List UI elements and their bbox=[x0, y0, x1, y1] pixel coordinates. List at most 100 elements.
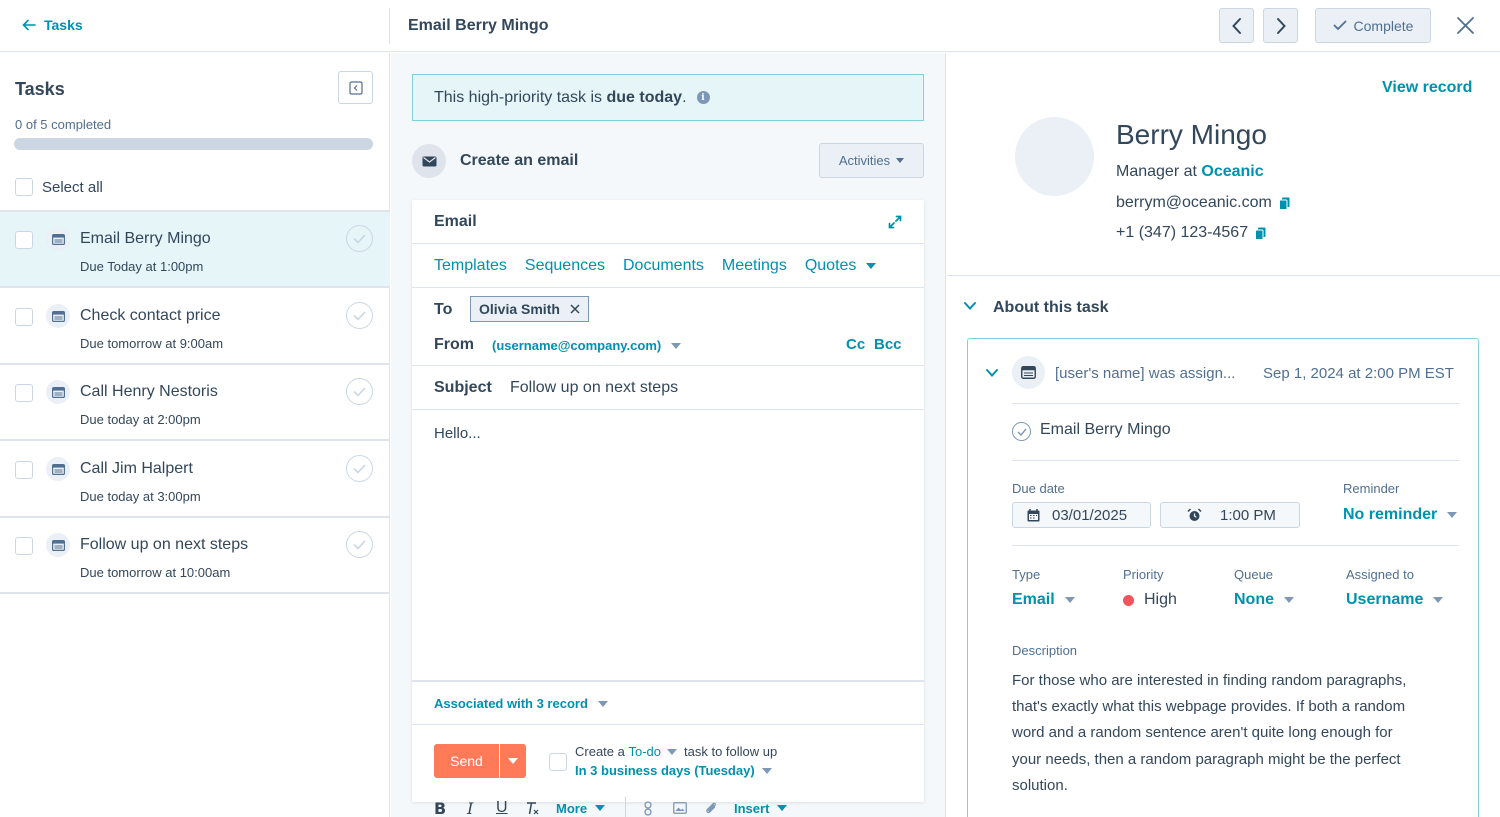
company-link[interactable]: Oceanic bbox=[1201, 163, 1263, 180]
tab-templates[interactable]: Templates bbox=[434, 257, 507, 275]
create-followup-checkbox[interactable] bbox=[549, 753, 567, 771]
top-bar: Tasks Email Berry Mingo Complete bbox=[0, 0, 1500, 52]
view-record-link[interactable]: View record bbox=[1382, 79, 1472, 97]
contact-role: Manager at Oceanic bbox=[1116, 163, 1264, 181]
description-line: For those who are interested in finding … bbox=[1012, 672, 1407, 689]
followup-prefix: Create a bbox=[575, 744, 629, 759]
task-title: Call Jim Halpert bbox=[80, 460, 193, 477]
subject-input[interactable]: Follow up on next steps bbox=[510, 379, 678, 397]
task-due: Due today at 3:00pm bbox=[80, 489, 201, 504]
task-checkbox[interactable] bbox=[15, 537, 33, 555]
collapse-sidebar-button[interactable] bbox=[338, 71, 373, 104]
queue-dropdown[interactable]: None bbox=[1234, 591, 1294, 609]
from-label: From bbox=[434, 336, 474, 353]
task-checkbox[interactable] bbox=[15, 461, 33, 479]
tab-quotes[interactable]: Quotes bbox=[805, 257, 857, 275]
activities-dropdown[interactable]: Activities bbox=[819, 143, 924, 178]
followup-type-caret-icon[interactable] bbox=[667, 748, 678, 755]
copy-icon[interactable] bbox=[1278, 197, 1290, 210]
italic-button[interactable]: I bbox=[467, 798, 473, 817]
followup-when-caret-icon bbox=[761, 767, 772, 774]
tab-sequences[interactable]: Sequences bbox=[525, 257, 605, 275]
task-list-item[interactable]: Call Henry Nestoris Due today at 2:00pm bbox=[0, 365, 390, 441]
complete-task-button[interactable] bbox=[346, 225, 373, 252]
clear-formatting-button[interactable] bbox=[525, 798, 540, 817]
cc-button[interactable]: Cc bbox=[846, 336, 865, 353]
due-date-input[interactable]: 03/01/2025 bbox=[1012, 502, 1151, 528]
type-value: Email bbox=[1012, 591, 1055, 608]
from-address: (username@company.com) bbox=[492, 338, 662, 353]
task-list-item[interactable]: Follow up on next steps Due tomorrow at 1… bbox=[0, 518, 390, 594]
description-text[interactable]: For those who are interested in finding … bbox=[1012, 668, 1462, 799]
task-name[interactable]: Email Berry Mingo bbox=[1040, 421, 1171, 439]
description-line: your needs, then a random paragraph migh… bbox=[1012, 750, 1401, 768]
task-checkbox[interactable] bbox=[15, 308, 33, 326]
task-checkbox[interactable] bbox=[15, 231, 33, 249]
followup-type[interactable]: To-do bbox=[628, 744, 661, 759]
arrow-left-icon bbox=[22, 19, 36, 31]
previous-task-button[interactable] bbox=[1219, 8, 1254, 43]
back-to-tasks-link[interactable]: Tasks bbox=[22, 17, 83, 33]
task-checkbox[interactable] bbox=[15, 384, 33, 402]
task-type-icon bbox=[1012, 356, 1045, 389]
type-dropdown[interactable]: Email bbox=[1012, 591, 1075, 609]
bold-button[interactable]: B bbox=[434, 798, 446, 817]
task-due: Due tomorrow at 9:00am bbox=[80, 336, 224, 351]
quotes-caret-icon[interactable] bbox=[866, 263, 877, 269]
task-icon bbox=[51, 539, 65, 551]
reminder-dropdown[interactable]: No reminder bbox=[1343, 506, 1458, 524]
card-collapse-toggle[interactable] bbox=[985, 368, 999, 378]
from-caret-icon bbox=[671, 342, 682, 349]
close-button[interactable] bbox=[1456, 16, 1475, 35]
collapse-panel-icon bbox=[348, 80, 363, 95]
tab-meetings[interactable]: Meetings bbox=[722, 257, 787, 275]
checkmark-icon bbox=[1333, 20, 1346, 31]
select-all-checkbox[interactable] bbox=[15, 178, 33, 196]
task-icon bbox=[51, 463, 65, 475]
tab-documents[interactable]: Documents bbox=[623, 257, 704, 275]
due-date-label: Due date bbox=[1012, 481, 1065, 496]
task-list-item[interactable]: Call Jim Halpert Due today at 3:00pm bbox=[0, 442, 390, 518]
send-options-button[interactable] bbox=[500, 744, 526, 778]
complete-task-button[interactable] bbox=[346, 531, 373, 558]
due-time-input[interactable]: 1:00 PM bbox=[1160, 502, 1300, 528]
info-icon[interactable]: i bbox=[696, 91, 710, 104]
expand-button[interactable] bbox=[888, 215, 902, 229]
toolbar-divider bbox=[625, 797, 626, 817]
image-button[interactable] bbox=[673, 798, 687, 817]
next-task-button[interactable] bbox=[1263, 8, 1298, 43]
task-list-item[interactable]: Email Berry Mingo Due Today at 1:00pm bbox=[0, 212, 390, 288]
link-button[interactable] bbox=[644, 798, 652, 817]
divider bbox=[412, 680, 924, 681]
underline-button[interactable]: U bbox=[496, 798, 508, 817]
alarm-clock-icon bbox=[1187, 508, 1202, 521]
mark-complete-button[interactable] bbox=[1012, 422, 1031, 441]
complete-task-button[interactable] bbox=[346, 378, 373, 405]
complete-task-button[interactable] bbox=[346, 302, 373, 329]
task-list-item[interactable]: Check contact price Due tomorrow at 9:00a… bbox=[0, 289, 390, 365]
composer-tabs: Templates Sequences Documents Meetings Q… bbox=[434, 256, 877, 276]
assigned-to-dropdown[interactable]: Username bbox=[1346, 591, 1444, 609]
more-formatting-button[interactable]: More bbox=[556, 798, 606, 817]
complete-task-button[interactable] bbox=[346, 455, 373, 482]
associations-dropdown[interactable]: Associated with 3 record bbox=[434, 696, 608, 711]
remove-recipient-icon[interactable] bbox=[570, 304, 580, 314]
type-caret-icon bbox=[1064, 597, 1075, 603]
divider bbox=[1012, 403, 1459, 404]
priority-dropdown[interactable]: High bbox=[1123, 591, 1177, 609]
complete-button[interactable]: Complete bbox=[1315, 8, 1431, 43]
attachment-button[interactable] bbox=[704, 798, 718, 817]
insert-button[interactable]: Insert bbox=[734, 798, 788, 817]
task-icon bbox=[51, 233, 65, 245]
from-selector[interactable]: (username@company.com) bbox=[492, 338, 682, 353]
followup-when-dropdown[interactable]: In 3 business days (Tuesday) bbox=[575, 763, 772, 778]
assignment-text: [user's name] was assign... bbox=[1055, 365, 1236, 382]
subject-label: Subject bbox=[434, 379, 492, 396]
expand-icon bbox=[888, 215, 902, 229]
email-body[interactable]: Hello... bbox=[434, 425, 904, 645]
recipient-chip[interactable]: Olivia Smith bbox=[470, 296, 589, 322]
about-collapse-toggle[interactable] bbox=[963, 301, 977, 311]
send-button[interactable]: Send bbox=[434, 744, 499, 778]
bcc-button[interactable]: Bcc bbox=[874, 336, 902, 353]
copy-icon[interactable] bbox=[1255, 227, 1266, 240]
